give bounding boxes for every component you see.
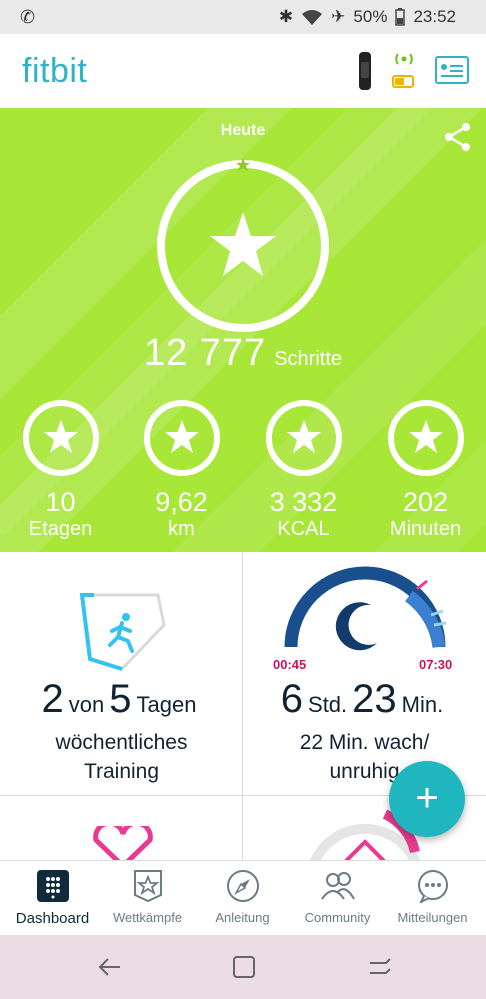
sleep-tile[interactable]: 00:45 07:30 6 Std. 23 Min. 22 Min. wach/ un… (243, 553, 486, 796)
steps-label: Schritte (274, 348, 343, 370)
hero-title: Heute (220, 122, 266, 139)
airplane-icon: ✈ (331, 7, 346, 26)
steps-count: 12 777 Schritte (0, 332, 486, 375)
metric-label: km (168, 518, 195, 540)
metric-active-minutes[interactable]: 202 Minuten (365, 398, 486, 541)
chat-icon (417, 870, 448, 905)
metric-distance[interactable]: 9,62 km (121, 398, 242, 541)
metric-value: 10 (45, 487, 76, 517)
sleep-duration: 6 Std. 23 Min. (280, 677, 444, 721)
tracker-device-icon[interactable] (350, 52, 380, 90)
fitbit-logo: fitbit (22, 52, 88, 90)
sleep-arc-gauge (284, 566, 447, 651)
metric-value: 9,62 (155, 487, 208, 517)
floors-star-ring (22, 400, 99, 476)
compass-icon (226, 870, 259, 902)
home-icon[interactable] (230, 953, 258, 981)
sleep-end-time: 07:30 (419, 657, 453, 672)
add-entry-button[interactable]: + (389, 761, 465, 837)
tab-label: Anleitung (215, 910, 270, 925)
phone-icon: ✆ (20, 7, 36, 27)
clock: 23:52 (413, 7, 456, 26)
tab-label: Dashboard (15, 910, 90, 927)
tab-label: Mitteilungen (397, 910, 468, 925)
goal-star-icon (210, 212, 276, 276)
system-navigation (0, 935, 486, 999)
today-summary: Heute 12 777 Schritte 10 Etagen 9,62 km (0, 108, 486, 552)
metric-label: Minuten (389, 518, 462, 540)
battery-percent: 50% (353, 7, 388, 26)
metric-value: 3 332 (269, 487, 338, 517)
exercise-shield-icon (79, 593, 166, 671)
calories-star-ring (265, 400, 342, 476)
sync-battery-icon[interactable] (390, 50, 418, 90)
status-right: ✱ ✈ 50% 23:52 (279, 7, 456, 27)
share-icon[interactable] (443, 122, 473, 152)
status-bar: ✆ ✱ ✈ 50% 23:52 (0, 0, 486, 34)
exercise-progress: 2 von 5 Tagen (41, 677, 197, 721)
steps-value: 12 777 (143, 332, 267, 374)
back-icon[interactable] (96, 953, 124, 981)
bottom-navigation: Dashboard Wettkämpfe Anleitung Community (0, 860, 486, 935)
exercise-tile[interactable]: 2 von 5 Tagen wöchentliches Training (0, 553, 243, 796)
star-badge-icon (133, 870, 162, 903)
tab-messages[interactable]: Mitteilungen (384, 861, 481, 936)
distance-star-ring (143, 400, 220, 476)
people-icon (320, 872, 355, 900)
heart-rate-tile[interactable] (0, 796, 243, 866)
steps-goal-ring[interactable] (153, 156, 333, 336)
metric-label: KCAL (277, 518, 330, 540)
metric-floors[interactable]: 10 Etagen (0, 398, 121, 541)
profile-card-icon[interactable] (435, 56, 469, 84)
tab-community[interactable]: Community (289, 861, 386, 936)
tab-label: Wettkämpfe (112, 910, 183, 925)
tab-challenges[interactable]: Wettkämpfe (99, 861, 196, 936)
tab-label: Community (304, 910, 371, 925)
metric-label: Etagen (28, 518, 93, 540)
wifi-icon (302, 10, 323, 25)
metric-calories[interactable]: 3 332 KCAL (243, 398, 364, 541)
sleep-start-time: 00:45 (273, 657, 307, 672)
tab-guidance[interactable]: Anleitung (194, 861, 291, 936)
exercise-caption: wöchentliches Training (55, 731, 188, 783)
dashboard-icon (36, 870, 69, 902)
bluetooth-icon: ✱ (278, 7, 294, 26)
metric-value: 202 (402, 487, 449, 517)
app-header: fitbit (0, 34, 486, 108)
moon-icon (335, 602, 377, 651)
battery-icon (395, 8, 406, 26)
minutes-star-ring (387, 400, 464, 476)
recents-icon[interactable] (366, 953, 394, 981)
tab-dashboard[interactable]: Dashboard (4, 861, 101, 936)
